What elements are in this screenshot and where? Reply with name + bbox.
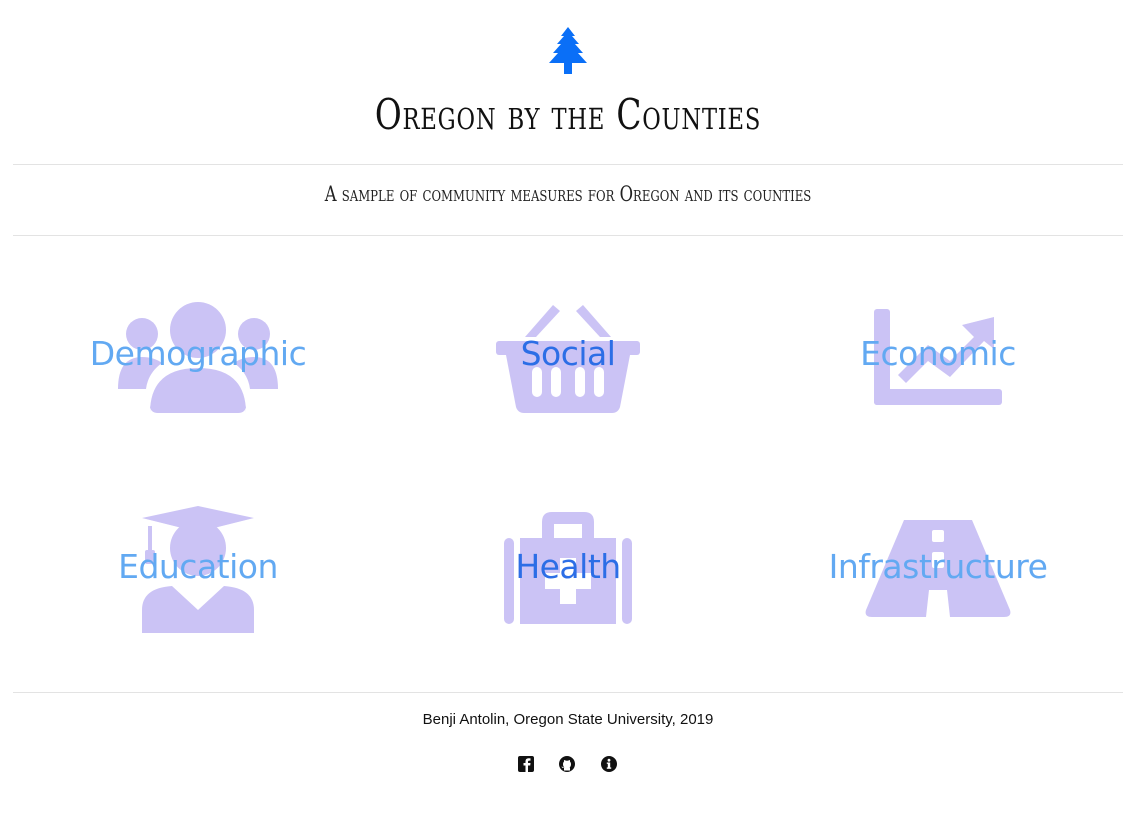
footer-divider bbox=[13, 692, 1123, 693]
tree-icon bbox=[549, 27, 587, 74]
category-demographic[interactable]: Demographic bbox=[48, 285, 348, 425]
subtitle-divider bbox=[13, 235, 1123, 236]
footer-credit: Benji Antolin, Oregon State University, … bbox=[422, 711, 714, 728]
page-subtitle: A sample of community measures for Orego… bbox=[324, 182, 812, 206]
category-label: Health bbox=[515, 547, 621, 586]
category-label: Social bbox=[520, 334, 616, 373]
category-education[interactable]: Education bbox=[48, 498, 348, 638]
category-infrastructure[interactable]: Infrastructure bbox=[788, 498, 1088, 638]
github-icon[interactable] bbox=[558, 755, 576, 773]
category-label: Infrastructure bbox=[828, 547, 1048, 586]
category-economic[interactable]: Economic bbox=[788, 285, 1088, 425]
info-icon[interactable] bbox=[600, 755, 618, 773]
facebook-icon[interactable] bbox=[517, 755, 535, 773]
category-health[interactable]: Health bbox=[418, 498, 718, 638]
category-label: Economic bbox=[860, 334, 1016, 373]
header-divider bbox=[13, 164, 1123, 165]
category-label: Education bbox=[118, 547, 278, 586]
category-social[interactable]: Social bbox=[418, 285, 718, 425]
category-label: Demographic bbox=[89, 334, 307, 373]
page-title: Oregon by the Counties bbox=[374, 90, 762, 139]
